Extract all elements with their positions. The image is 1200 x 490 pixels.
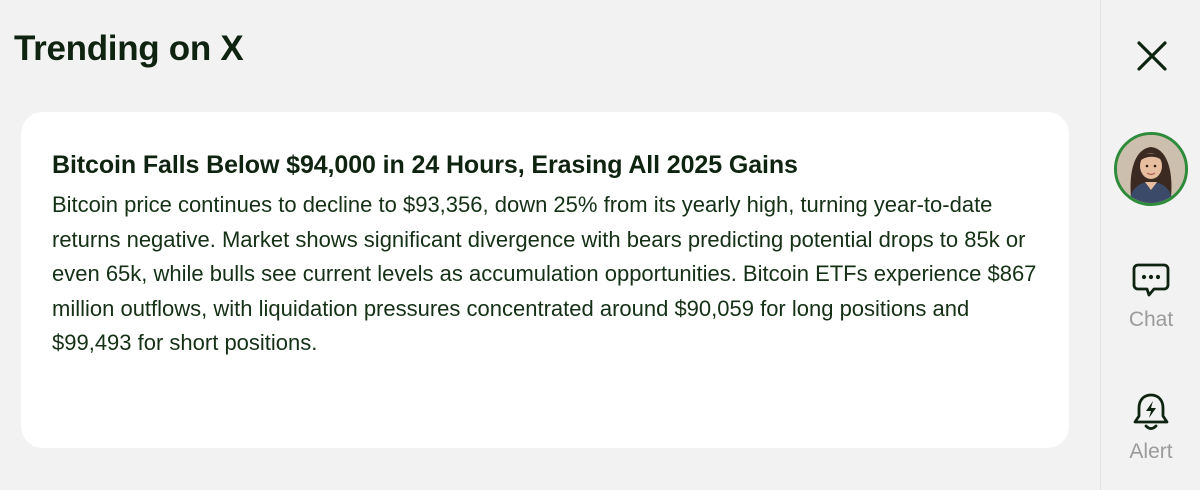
right-sidebar: Chat Alert (1100, 0, 1200, 490)
alert-label: Alert (1129, 440, 1173, 463)
user-avatar[interactable] (1114, 132, 1188, 206)
trend-summary: Bitcoin price continues to decline to $9… (52, 192, 1037, 355)
alert-button[interactable]: Alert (1101, 390, 1200, 464)
chat-bubble-icon (1132, 263, 1170, 297)
bell-lightning-icon (1133, 393, 1169, 430)
avatar-portrait-icon (1117, 135, 1185, 203)
trending-panel-app: Trending on X Bitcoin Falls Below $94,00… (0, 0, 1200, 490)
trend-card[interactable]: Bitcoin Falls Below $94,000 in 24 Hours,… (21, 112, 1069, 448)
panel-title: Trending on X (14, 29, 244, 68)
main-content: Trending on X Bitcoin Falls Below $94,00… (0, 0, 1100, 490)
chat-button[interactable]: Chat (1101, 258, 1200, 332)
trend-headline: Bitcoin Falls Below $94,000 in 24 Hours,… (52, 151, 798, 179)
close-icon[interactable] (1134, 38, 1170, 74)
chat-label: Chat (1128, 308, 1174, 331)
